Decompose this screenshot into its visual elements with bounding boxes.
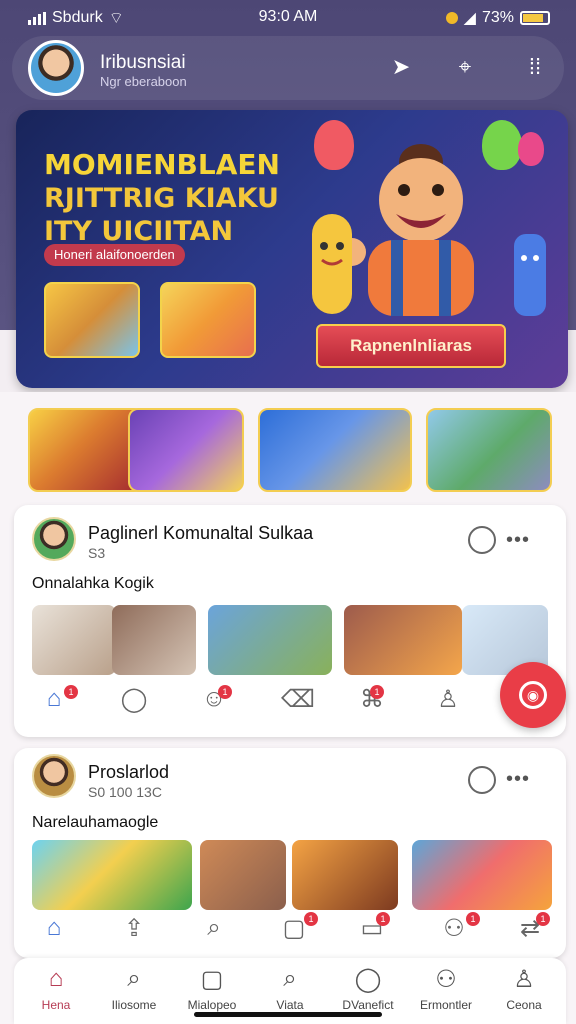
reaction-icon[interactable]: ☺ bbox=[192, 677, 236, 721]
message-icon: ▢ bbox=[200, 965, 224, 993]
post-photo[interactable] bbox=[32, 840, 192, 910]
post-caption: Narelauhamaogle bbox=[32, 814, 159, 831]
chat-icon: ◯ bbox=[354, 965, 382, 993]
home-icon: ⌂ bbox=[48, 965, 64, 992]
promo-banner[interactable]: MOMIENBLAEN RJITTRIG KIAKU ITY UICIITAN … bbox=[16, 110, 568, 388]
chat-icon[interactable]: ◯ bbox=[112, 677, 156, 721]
banner-title-line-1: MOMIENBLAEN bbox=[44, 148, 280, 181]
search-icon: ⌕ bbox=[127, 965, 141, 992]
toy-character-illustration bbox=[514, 234, 546, 316]
post-action-bar: ⌂ ⇪ ⌕ ▢ 1 ▭ 1 ⚇ 1 ⇄ 1 bbox=[14, 906, 566, 958]
avatar[interactable] bbox=[28, 40, 84, 96]
post-meta: S0 100 13C bbox=[88, 784, 162, 800]
search-icon[interactable]: ⌕ bbox=[192, 906, 236, 950]
post-action-bar: ⌂ 1 ◯ ☺ 1 ⌫ ⌘ 1 ♙ bbox=[14, 677, 566, 729]
post-photo[interactable] bbox=[412, 840, 552, 910]
trash-icon[interactable]: ⌫ bbox=[276, 677, 320, 721]
battery-icon bbox=[520, 11, 550, 25]
profile-icon: ♙ bbox=[513, 965, 535, 993]
post-photo[interactable] bbox=[292, 840, 398, 910]
notification-badge: 1 bbox=[466, 912, 480, 926]
banner-thumb-mascot[interactable] bbox=[160, 282, 256, 358]
more-options-icon[interactable]: ••• bbox=[506, 529, 530, 552]
notification-badge: 1 bbox=[64, 685, 78, 699]
discover-icon: ⌕ bbox=[283, 965, 297, 992]
nav-message-label: Mialopeo bbox=[187, 998, 237, 1012]
group-icon: ⚇ bbox=[435, 965, 457, 993]
nav-profile[interactable]: ♙ Ceona bbox=[482, 962, 566, 1013]
mascot-illustration bbox=[346, 144, 474, 316]
post-photo[interactable] bbox=[200, 840, 286, 910]
post-photo[interactable] bbox=[208, 605, 332, 675]
banner-cta-button[interactable]: Rapnenlnliaras bbox=[316, 324, 506, 368]
notification-badge: 1 bbox=[376, 912, 390, 926]
post-avatar[interactable] bbox=[32, 754, 76, 798]
profile-header bbox=[12, 36, 564, 100]
focus-icon bbox=[445, 12, 458, 24]
profile-subtitle: Ngr eberaboon bbox=[100, 74, 187, 89]
reaction-icon[interactable] bbox=[468, 526, 496, 554]
notification-badge: 1 bbox=[304, 912, 318, 926]
home-icon[interactable]: ⌂ bbox=[32, 677, 76, 721]
post-photo[interactable] bbox=[32, 605, 116, 675]
tag-icon[interactable]: ⌘ bbox=[350, 677, 394, 721]
upload-icon[interactable]: ⇪ bbox=[112, 906, 156, 950]
post-author[interactable]: Proslarlod bbox=[88, 762, 169, 783]
nav-profile-label: Ceona bbox=[506, 998, 542, 1012]
home-icon[interactable]: ⌂ bbox=[32, 906, 76, 950]
story-item[interactable] bbox=[28, 408, 144, 492]
post-photo[interactable] bbox=[112, 605, 196, 675]
story-item[interactable] bbox=[128, 408, 244, 492]
nav-groups[interactable]: ⚇ Ermontler bbox=[404, 962, 488, 1013]
send-icon[interactable]: ➤ bbox=[386, 52, 416, 82]
post-caption: Onnalahka Kogik bbox=[32, 575, 154, 592]
notification-badge: 1 bbox=[370, 685, 384, 699]
status-right: ◢ 73% bbox=[445, 8, 550, 28]
nav-discover[interactable]: ⌕ Viata bbox=[248, 962, 332, 1012]
nav-chat[interactable]: ◯ DVanefict bbox=[326, 962, 410, 1013]
profile-icon[interactable]: ♙ bbox=[426, 677, 470, 721]
corn-character-illustration bbox=[312, 214, 352, 314]
compass-icon: ◉ bbox=[519, 681, 547, 709]
battery-percent: 73% bbox=[481, 9, 514, 26]
post-author[interactable]: Paglinerl Komunaltal Sulkaa bbox=[88, 523, 313, 544]
notification-badge: 1 bbox=[536, 912, 550, 926]
post-meta: S3 bbox=[88, 545, 106, 561]
profile-name: Iribusnsiai bbox=[100, 52, 186, 73]
nav-chat-label: DVanefict bbox=[342, 998, 394, 1012]
banner-thumb-family[interactable] bbox=[44, 282, 140, 358]
banner-title-line-2: RJITTRIG KIAKU bbox=[44, 183, 279, 214]
reaction-icon[interactable] bbox=[468, 766, 496, 794]
nav-search[interactable]: ⌕ Iliosome bbox=[92, 962, 176, 1012]
nav-discover-label: Viata bbox=[276, 998, 304, 1012]
status-bar: Sbdurk ⌔ 93:0 AM ◢ 73% bbox=[0, 0, 576, 34]
floating-action-button[interactable]: ◉ bbox=[500, 662, 566, 728]
notification-badge: 1 bbox=[218, 685, 232, 699]
location-icon[interactable]: ⌖ bbox=[450, 52, 480, 82]
home-indicator[interactable] bbox=[194, 1012, 382, 1017]
nav-message[interactable]: ▢ Mialopeo bbox=[170, 962, 254, 1013]
nav-home-label: Hena bbox=[41, 998, 71, 1012]
post-avatar[interactable] bbox=[32, 517, 76, 561]
banner-tag: Honeri alaifonoerden bbox=[44, 244, 185, 266]
nav-search-label: Iliosome bbox=[111, 998, 157, 1012]
post-card: Proslarlod S0 100 13C ••• Narelauhamaogl… bbox=[14, 748, 566, 958]
post-photo[interactable] bbox=[344, 605, 462, 675]
banner-title-line-3: ITY UICIITAN bbox=[44, 216, 234, 247]
post-card: Paglinerl Komunaltal Sulkaa S3 ••• Onnal… bbox=[14, 505, 566, 737]
nav-home[interactable]: ⌂ Hena bbox=[14, 962, 98, 1012]
story-item[interactable] bbox=[258, 408, 412, 492]
story-item[interactable] bbox=[426, 408, 552, 492]
menu-grid-icon[interactable]: ⁞⁞ bbox=[520, 52, 550, 82]
more-options-icon[interactable]: ••• bbox=[506, 768, 530, 791]
network-icon: ◢ bbox=[463, 10, 476, 27]
balloon-pink bbox=[518, 132, 544, 166]
nav-groups-label: Ermontler bbox=[419, 998, 472, 1012]
